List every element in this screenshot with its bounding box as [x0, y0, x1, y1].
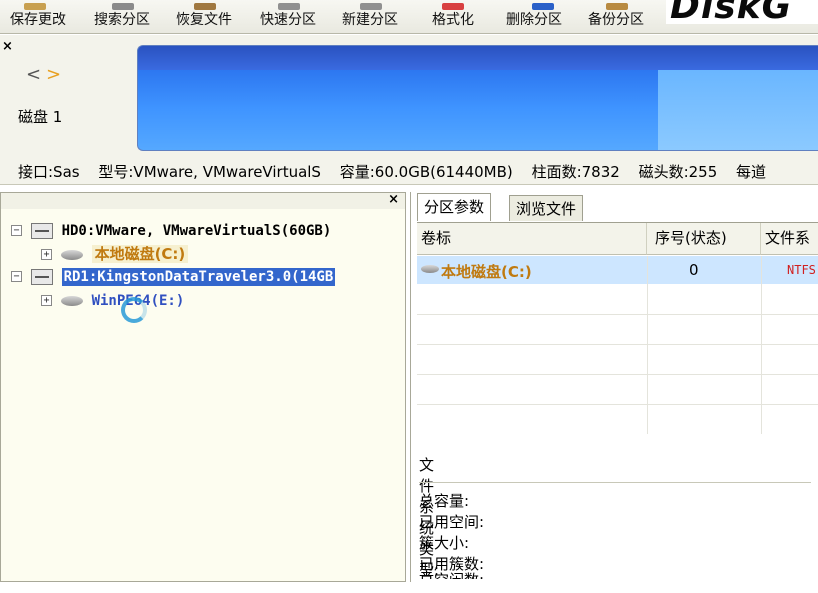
- partition-table: 卷标 序号(状态) 文件系 本地磁盘(C:) 0 NTFS: [417, 222, 818, 434]
- grid-line: [417, 374, 818, 375]
- cluster-size-label: 簇大小:: [419, 534, 470, 552]
- used-space-label: 已用空间:: [419, 513, 485, 531]
- loading-spinner-icon: [121, 297, 147, 323]
- removable-disk-icon: [30, 268, 53, 285]
- close-icon[interactable]: ×: [2, 39, 13, 54]
- divider: [419, 482, 811, 483]
- delete-partition-button[interactable]: 删除分区: [506, 3, 562, 29]
- disk-info: 接口:Sas 型号:VMware, VMwareVirtualS 容量:60.0…: [18, 161, 780, 182]
- format-button[interactable]: 格式化: [432, 3, 474, 29]
- chevron-left-icon[interactable]: <: [26, 64, 41, 85]
- tree-item-hd0[interactable]: − HD0:VMware, VMwareVirtualS(60GB): [11, 221, 331, 239]
- quick-partition-icon: [278, 3, 300, 10]
- total-capacity-label: 总容量:: [419, 492, 470, 510]
- toolbar: 保存更改 搜索分区 恢复文件 快速分区 新建分区 格式化 删除分区 备份分区 D…: [0, 0, 818, 34]
- hard-disk-icon: [30, 222, 53, 239]
- grid-line: [647, 256, 648, 434]
- search-icon: [112, 3, 134, 10]
- new-partition-button[interactable]: 新建分区: [342, 3, 398, 29]
- search-partition-button[interactable]: 搜索分区: [94, 3, 150, 29]
- grid-line: [417, 314, 818, 315]
- expand-icon[interactable]: +: [41, 249, 52, 260]
- format-icon: [442, 3, 464, 10]
- brand-logo: DiskG: [666, 0, 818, 24]
- heads-info: 磁头数:255: [638, 163, 718, 181]
- disk-map-panel: × < > 磁盘 1 接口:Sas 型号:VMware, VMwareVirtu…: [0, 35, 818, 185]
- grid-line: [417, 344, 818, 345]
- column-header-seq[interactable]: 序号(状态): [647, 223, 761, 255]
- partition-bar-highlight: [658, 70, 818, 150]
- grid-line: [417, 404, 818, 405]
- tree-item-label: HD0:VMware, VMwareVirtualS(60GB): [61, 223, 332, 239]
- partition-bar-header: [138, 46, 818, 70]
- tree-item-label: 本地磁盘(C:): [91, 245, 189, 263]
- expand-icon[interactable]: +: [41, 295, 52, 306]
- row-seq: 0: [689, 261, 699, 279]
- volume-icon: [60, 249, 83, 260]
- tab-browse-files[interactable]: 浏览文件: [509, 195, 584, 221]
- table-row[interactable]: 本地磁盘(C:) 0 NTFS: [417, 256, 818, 284]
- capacity-info: 容量:60.0GB(61440MB): [339, 163, 513, 181]
- volume-icon: [60, 295, 83, 306]
- column-header-label[interactable]: 卷标: [417, 223, 647, 255]
- tree-header: ×: [1, 192, 405, 209]
- tree-item-e-volume[interactable]: + WinPE64(E:): [41, 291, 184, 309]
- recover-icon: [194, 3, 216, 10]
- disk-label: 磁盘 1: [18, 108, 63, 126]
- volume-icon: [421, 265, 439, 273]
- sectors-info: 每道: [736, 163, 767, 181]
- quick-partition-button[interactable]: 快速分区: [260, 3, 316, 29]
- partition-details-pane: 分区参数 浏览文件 卷标 序号(状态) 文件系 本地磁盘(C:) 0 NTFS …: [410, 192, 818, 582]
- collapse-icon[interactable]: −: [11, 271, 22, 282]
- tab-partition-params[interactable]: 分区参数: [417, 193, 492, 221]
- delete-icon: [532, 3, 554, 10]
- close-icon[interactable]: ×: [388, 192, 399, 207]
- free-clusters-label: 总空闲数:: [419, 569, 484, 579]
- bottom-margin: [0, 582, 818, 593]
- interface-info: 接口:Sas: [18, 163, 80, 181]
- backup-icon: [606, 3, 628, 10]
- collapse-icon[interactable]: −: [11, 225, 22, 236]
- grid-line: [761, 256, 762, 434]
- tree-item-label: RD1:KingstonDataTraveler3.0(14GB: [61, 268, 336, 286]
- row-label: 本地磁盘(C:): [441, 263, 532, 281]
- disk-tree-pane: × − HD0:VMware, VMwareVirtualS(60GB) + 本…: [0, 192, 406, 582]
- new-partition-icon: [360, 3, 382, 10]
- recover-files-button[interactable]: 恢复文件: [176, 3, 232, 29]
- backup-partition-button[interactable]: 备份分区: [588, 3, 644, 29]
- save-icon: [24, 3, 46, 10]
- cylinders-info: 柱面数:7832: [531, 163, 620, 181]
- model-info: 型号:VMware, VMwareVirtualS: [98, 163, 321, 181]
- tree-item-rd1[interactable]: − RD1:KingstonDataTraveler3.0(14GB: [11, 267, 336, 286]
- row-fs: NTFS: [787, 263, 816, 277]
- column-header-fs[interactable]: 文件系: [761, 223, 818, 255]
- partition-bar[interactable]: [137, 45, 818, 151]
- save-button[interactable]: 保存更改: [10, 3, 66, 29]
- chevron-right-icon[interactable]: >: [46, 64, 61, 85]
- tree-item-c-volume[interactable]: + 本地磁盘(C:): [41, 243, 189, 264]
